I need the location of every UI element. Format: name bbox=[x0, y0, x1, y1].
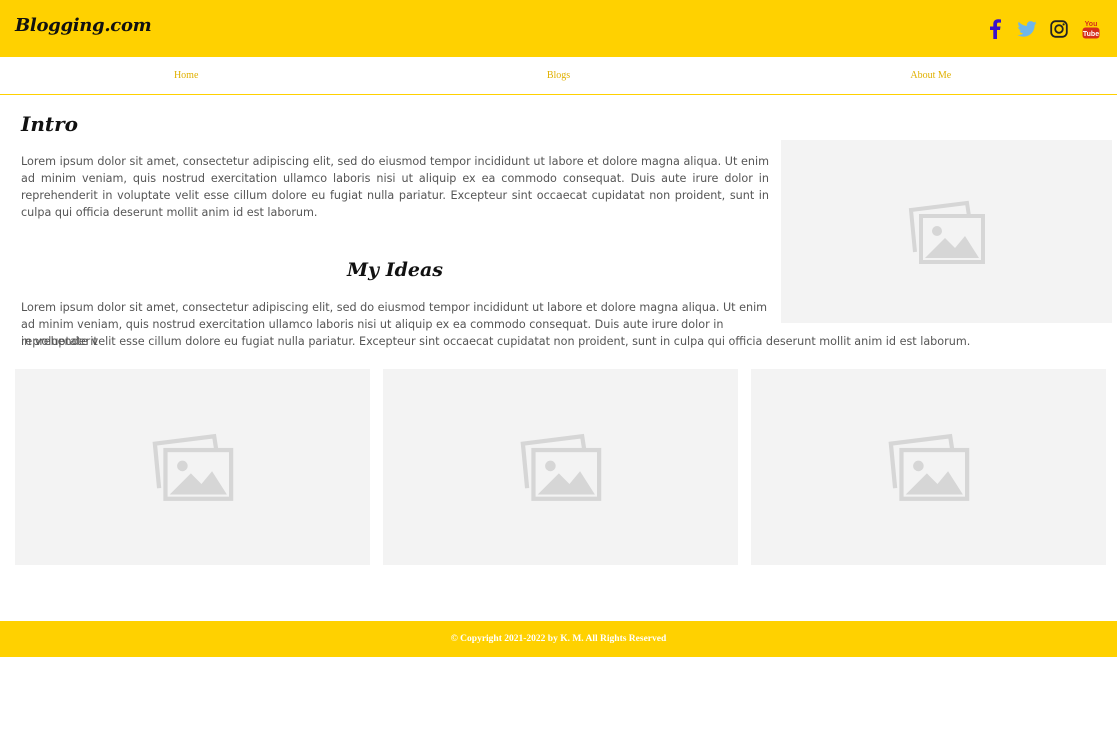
instagram-icon[interactable] bbox=[1048, 18, 1070, 40]
intro-heading: Intro bbox=[21, 112, 79, 136]
ideas-paragraph-tail: in voluptate velit esse cillum dolore eu… bbox=[21, 335, 971, 348]
intro-paragraph: Lorem ipsum dolor sit amet, consectetur … bbox=[21, 155, 769, 219]
gallery-image-placeholder-2 bbox=[383, 369, 738, 565]
image-placeholder-icon bbox=[152, 433, 233, 501]
main-nav: Home Blogs About Me bbox=[0, 57, 1117, 95]
site-logo[interactable]: Blogging.com bbox=[15, 15, 152, 36]
svg-text:Tube: Tube bbox=[1083, 31, 1099, 38]
nav-item-blogs[interactable]: Blogs bbox=[372, 70, 744, 81]
image-placeholder-icon bbox=[888, 433, 969, 501]
nav-item-home[interactable]: Home bbox=[0, 70, 372, 81]
social-links: You Tube bbox=[984, 18, 1102, 40]
gallery-image-placeholder-1 bbox=[15, 369, 370, 565]
facebook-icon[interactable] bbox=[984, 18, 1006, 40]
nav-item-about-me[interactable]: About Me bbox=[745, 70, 1117, 81]
copyright-text: © Copyright 2021-2022 by K. M. All Right… bbox=[450, 634, 667, 644]
intro-image-placeholder bbox=[781, 140, 1112, 323]
image-placeholder-icon bbox=[520, 433, 601, 501]
svg-text:You: You bbox=[1085, 21, 1098, 28]
youtube-icon[interactable]: You Tube bbox=[1080, 18, 1102, 40]
twitter-icon[interactable] bbox=[1016, 18, 1038, 40]
ideas-heading: My Ideas bbox=[347, 259, 443, 281]
site-footer: © Copyright 2021-2022 by K. M. All Right… bbox=[0, 621, 1117, 657]
gallery-image-placeholder-3 bbox=[751, 369, 1106, 565]
image-placeholder-icon bbox=[908, 200, 985, 264]
site-header: Blogging.com You Tube bbox=[0, 0, 1117, 57]
